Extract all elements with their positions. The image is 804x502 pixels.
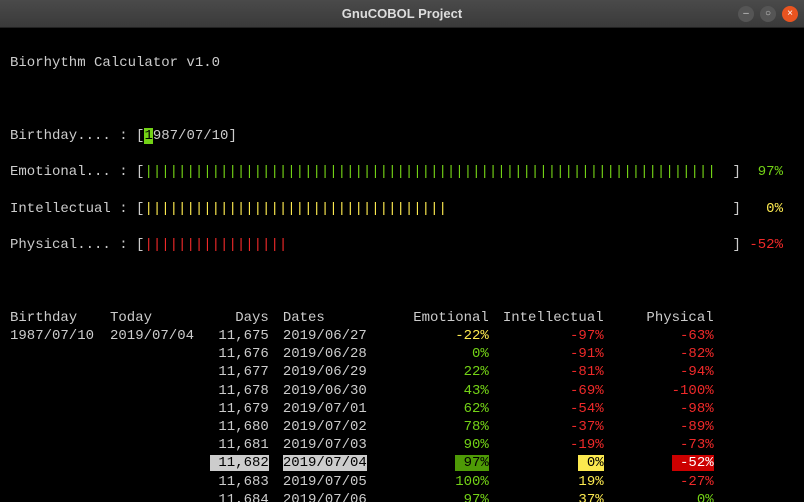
table-row: 11,6832019/07/05100%19%-27% bbox=[10, 473, 728, 491]
window-title: GnuCOBOL Project bbox=[342, 6, 462, 21]
close-icon[interactable]: × bbox=[782, 6, 798, 22]
app-title: Biorhythm Calculator v1.0 bbox=[10, 54, 794, 72]
window-controls: – ○ × bbox=[738, 6, 798, 22]
maximize-icon[interactable]: ○ bbox=[760, 6, 776, 22]
intellectual-bar-row: Intellectual : [||||||||||||||||||||||||… bbox=[10, 200, 794, 218]
intellectual-value: 0% bbox=[766, 201, 783, 217]
table-row: 11,6812019/07/0390%-19%-73% bbox=[10, 436, 728, 454]
emotional-value: 97% bbox=[758, 164, 783, 180]
table-row: 11,6822019/07/04 97% 0% -52% bbox=[10, 454, 728, 472]
table-row: 11,6802019/07/0278%-37%-89% bbox=[10, 418, 728, 436]
table-row: 11,6782019/06/3043%-69%-100% bbox=[10, 382, 728, 400]
table-row: 11,6842019/07/0697%37%0% bbox=[10, 491, 728, 502]
table-row: 1987/07/102019/07/0411,6752019/06/27-22%… bbox=[10, 327, 728, 345]
physical-bar-row: Physical.... : [||||||||||||||||| ] -52% bbox=[10, 236, 794, 254]
titlebar: GnuCOBOL Project – ○ × bbox=[0, 0, 804, 28]
emotional-bar-row: Emotional... : [||||||||||||||||||||||||… bbox=[10, 163, 794, 181]
terminal: Biorhythm Calculator v1.0 Birthday.... :… bbox=[0, 28, 804, 502]
physical-value: -52% bbox=[749, 237, 783, 253]
cursor: 1 bbox=[144, 128, 152, 144]
minimize-icon[interactable]: – bbox=[738, 6, 754, 22]
table-header: BirthdayTodayDaysDatesEmotionalIntellect… bbox=[10, 309, 728, 327]
physical-bar: ||||||||||||||||| bbox=[144, 237, 287, 253]
emotional-bar: ||||||||||||||||||||||||||||||||||||||||… bbox=[144, 164, 715, 180]
table-row: 11,6762019/06/280%-91%-82% bbox=[10, 345, 728, 363]
table-row: 11,6772019/06/2922%-81%-94% bbox=[10, 363, 728, 381]
intellectual-bar: |||||||||||||||||||||||||||||||||||| bbox=[144, 201, 446, 217]
table-row: 11,6792019/07/0162%-54%-98% bbox=[10, 400, 728, 418]
data-table: BirthdayTodayDaysDatesEmotionalIntellect… bbox=[10, 309, 728, 502]
birthday-input-row[interactable]: Birthday.... : [1987/07/10] bbox=[10, 127, 794, 145]
